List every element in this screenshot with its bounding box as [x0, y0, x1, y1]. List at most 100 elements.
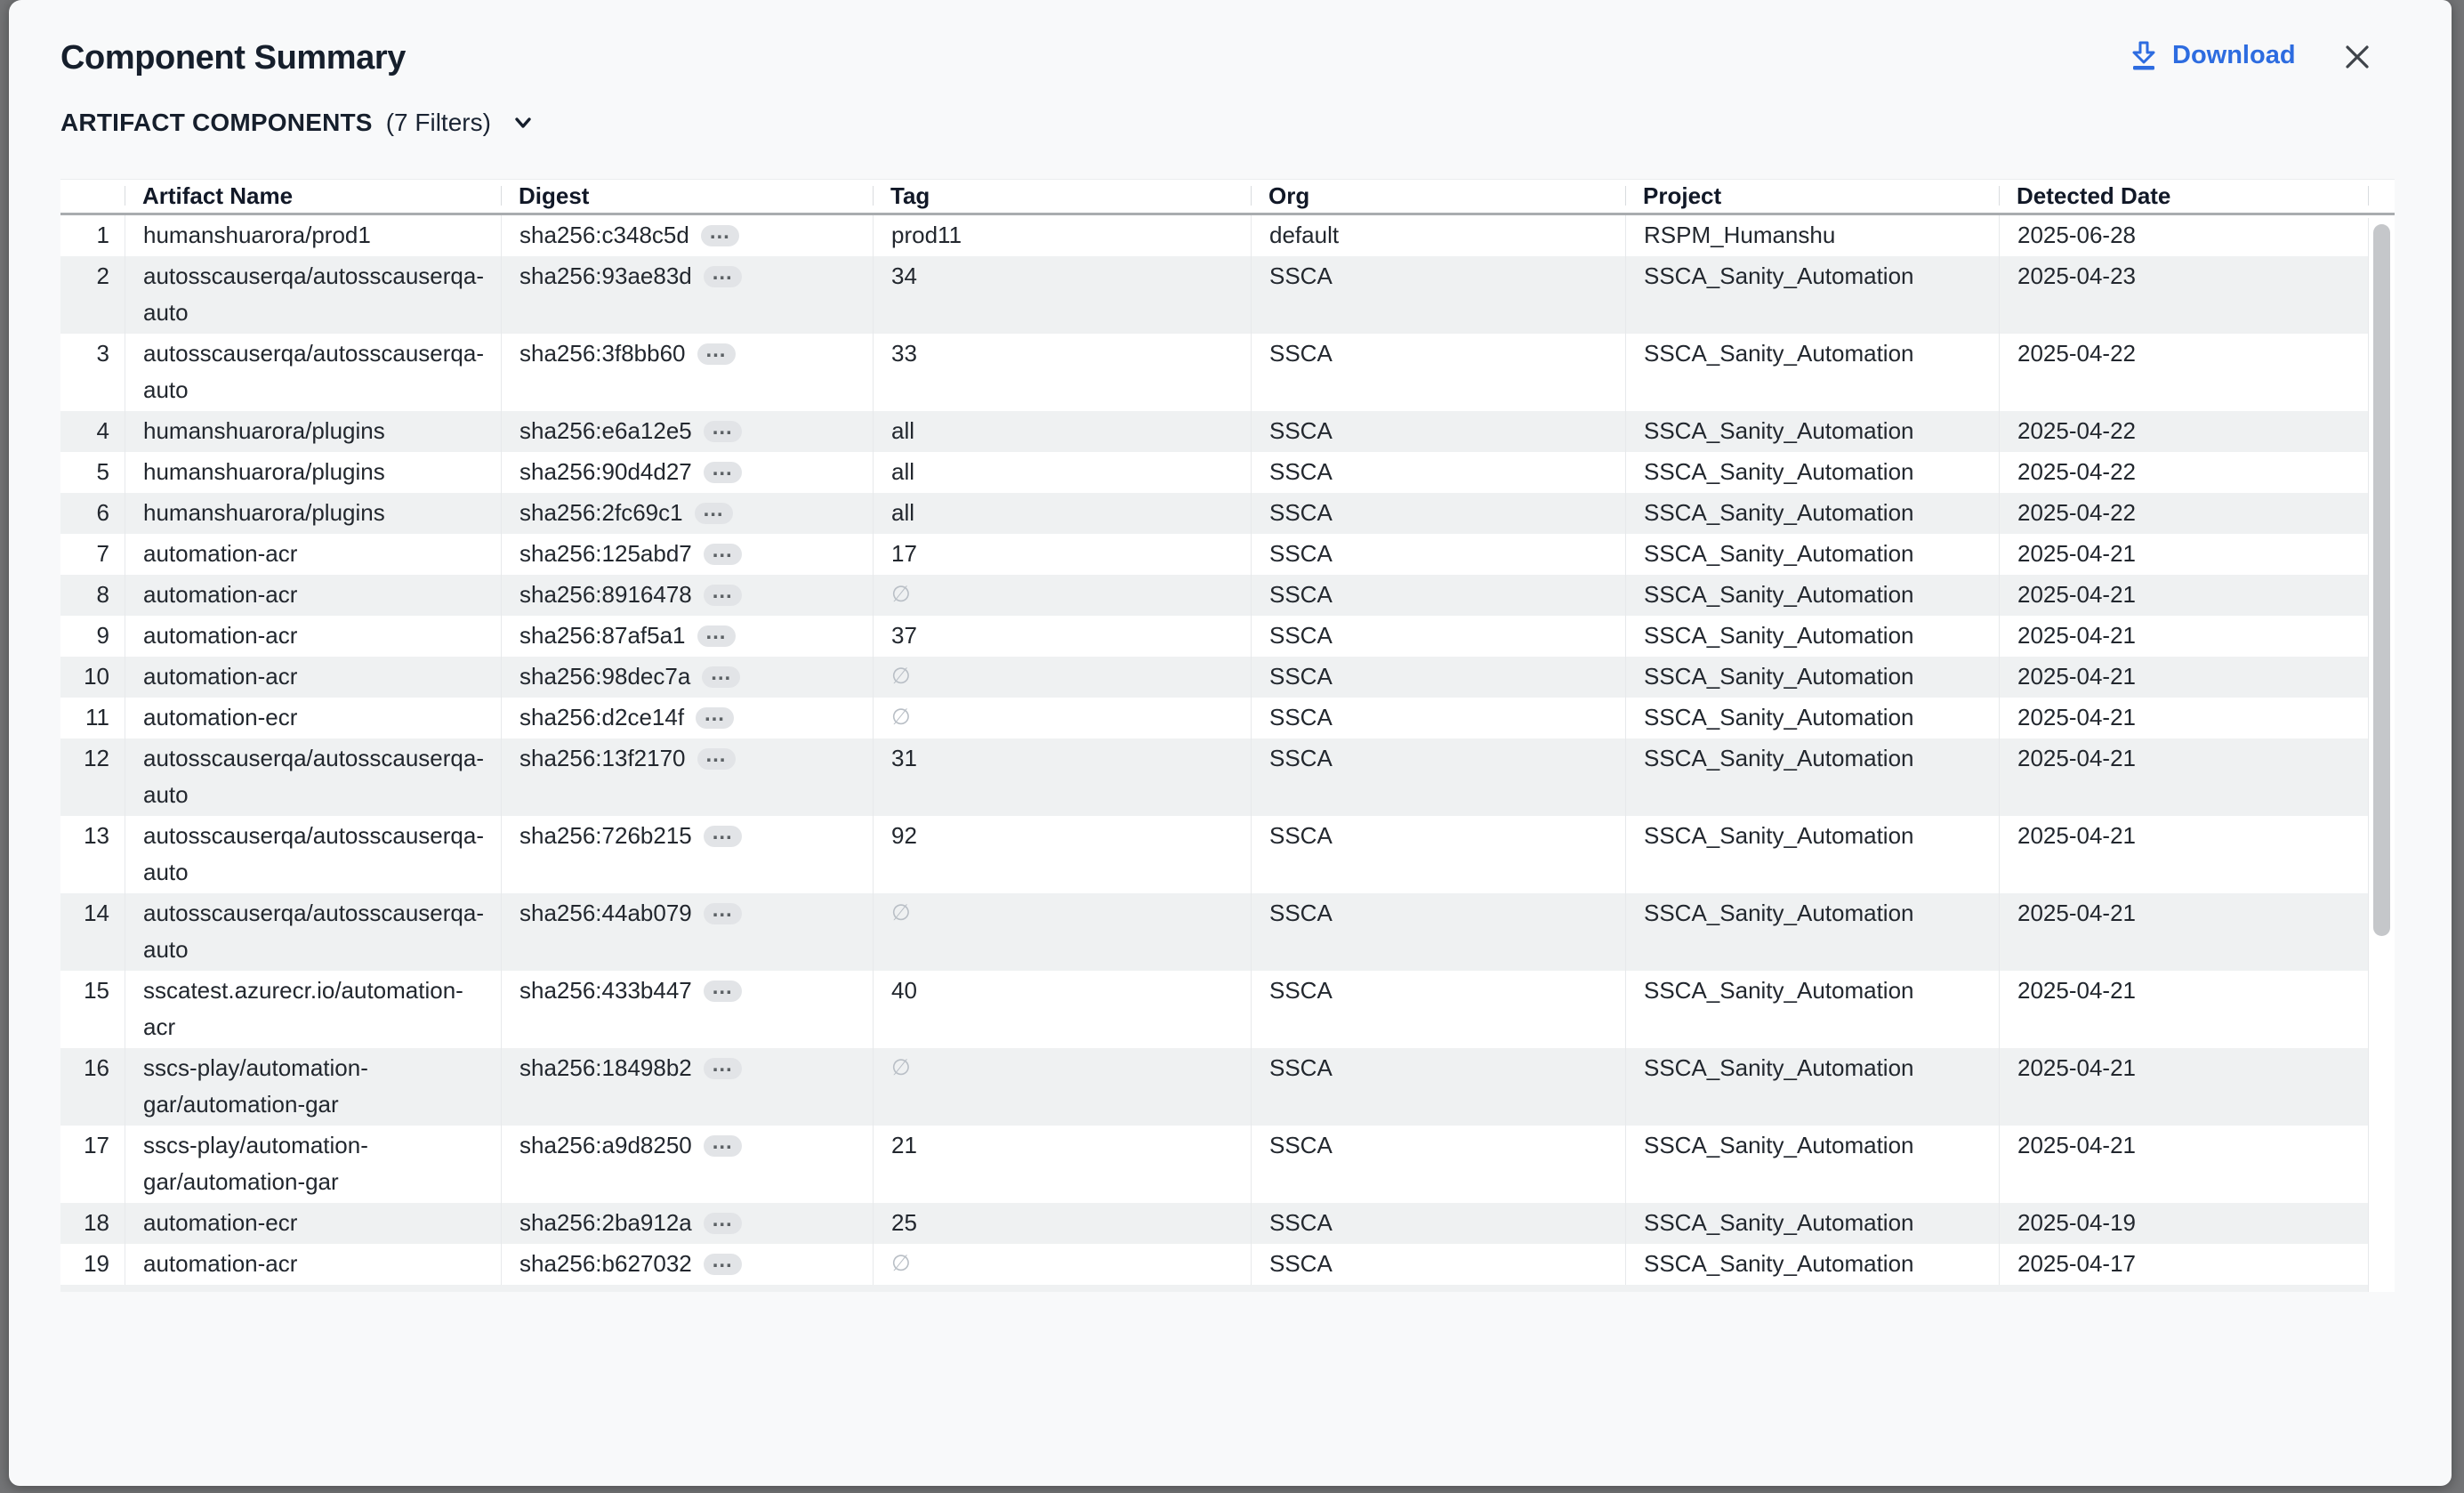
digest-text: sha256:125abd7: [519, 536, 692, 572]
download-button[interactable]: Download: [2130, 39, 2296, 71]
digest-expand-button[interactable]: …: [704, 266, 742, 287]
digest-expand-button[interactable]: …: [704, 1058, 742, 1079]
cell-detected-date: 2025-04-21: [1999, 816, 2368, 893]
cell-row-number: 2: [60, 256, 125, 334]
cell-project: SSCA_Sanity_Automation: [1625, 1126, 1999, 1203]
scrollbar-thumb[interactable]: [2373, 224, 2390, 936]
table-row: 13autosscauserqa/autosscauserqa- autosha…: [60, 816, 2368, 893]
cell-org: SSCA: [1251, 256, 1625, 334]
cell-tag: all: [873, 411, 1251, 452]
digest-expand-button[interactable]: …: [704, 544, 742, 565]
clipped-next-row: [60, 1285, 2368, 1292]
digest-expand-button[interactable]: …: [697, 748, 736, 770]
cell-row-number: 8: [60, 575, 125, 616]
digest-expand-button[interactable]: …: [704, 421, 742, 442]
page-title: Component Summary: [60, 39, 406, 77]
chevron-down-icon: [510, 109, 536, 136]
digest-text: sha256:d2ce14f: [519, 699, 684, 736]
cell-row-number: 6: [60, 493, 125, 534]
digest-expand-button[interactable]: …: [695, 503, 733, 524]
digest-expand-button[interactable]: …: [704, 462, 742, 483]
cell-tag: 34: [873, 256, 1251, 334]
digest-expand-button[interactable]: …: [704, 585, 742, 606]
digest-text: sha256:726b215: [519, 818, 692, 854]
column-header-digest: Digest: [501, 180, 873, 213]
cell-digest: sha256:125abd7 …: [501, 534, 873, 575]
filters-count: (7 Filters): [386, 109, 491, 137]
cell-row-number: 18: [60, 1203, 125, 1244]
cell-digest: sha256:18498b2 …: [501, 1048, 873, 1126]
cell-project: SSCA_Sanity_Automation: [1625, 1048, 1999, 1126]
digest-value: sha256:13f2170…: [519, 740, 736, 777]
cell-project: SSCA_Sanity_Automation: [1625, 534, 1999, 575]
table-row: 16sscs-play/automation- gar/automation-g…: [60, 1048, 2368, 1126]
digest-text: sha256:b627032: [519, 1246, 692, 1282]
table-row: 7automation-acrsha256:125abd7…17SSCASSCA…: [60, 534, 2368, 575]
digest-expand-button[interactable]: …: [704, 826, 742, 847]
digest-text: sha256:44ab079: [519, 895, 692, 932]
component-summary-modal: Component Summary Download ARTIFACT COMP…: [9, 0, 2452, 1486]
digest-expand-button[interactable]: …: [702, 666, 740, 688]
digest-expand-button[interactable]: …: [704, 1135, 742, 1157]
section-title: ARTIFACT COMPONENTS: [60, 109, 373, 137]
digest-text: sha256:87af5a1: [519, 617, 686, 654]
digest-expand-button[interactable]: …: [704, 1254, 742, 1275]
digest-text: sha256:2fc69c1: [519, 495, 683, 531]
table-row: 10automation-acrsha256:98dec7a…∅SSCASSCA…: [60, 657, 2368, 698]
cell-org: SSCA: [1251, 657, 1625, 698]
empty-tag-icon: ∅: [891, 1050, 1235, 1086]
digest-value: sha256:2fc69c1 …: [519, 495, 733, 531]
cell-detected-date: 2025-04-22: [1999, 493, 2368, 534]
cell-tag: 17: [873, 534, 1251, 575]
cell-digest: sha256:2ba912a…: [501, 1203, 873, 1244]
table-row: 2autosscauserqa/autosscauserqa- autosha2…: [60, 256, 2368, 334]
cell-project: SSCA_Sanity_Automation: [1625, 698, 1999, 738]
cell-tag: 25: [873, 1203, 1251, 1244]
cell-artifact-name: sscs-play/automation- gar/automation-gar: [125, 1126, 501, 1203]
table-row: 19automation-acrsha256:b627032…∅SSCASSCA…: [60, 1244, 2368, 1285]
cell-org: SSCA: [1251, 1244, 1625, 1285]
cell-digest: sha256:433b447…: [501, 971, 873, 1048]
cell-detected-date: 2025-04-21: [1999, 893, 2368, 971]
digest-text: sha256:8916478: [519, 577, 692, 613]
close-button[interactable]: [2338, 37, 2377, 77]
cell-digest: sha256:a9d8250…: [501, 1126, 873, 1203]
digest-text: sha256:18498b2: [519, 1050, 692, 1086]
table-scrollbar[interactable]: [2368, 218, 2395, 1292]
download-label: Download: [2172, 41, 2296, 70]
digest-value: sha256:87af5a1 …: [519, 617, 736, 654]
digest-value: sha256:d2ce14f …: [519, 699, 734, 736]
digest-expand-button[interactable]: …: [704, 903, 742, 924]
cell-detected-date: 2025-04-22: [1999, 411, 2368, 452]
artifact-components-section-toggle[interactable]: ARTIFACT COMPONENTS (7 Filters): [60, 109, 536, 137]
table-row: 17sscs-play/automation- gar/automation-g…: [60, 1126, 2368, 1203]
cell-digest: sha256:87af5a1 …: [501, 616, 873, 657]
digest-expand-button[interactable]: …: [701, 225, 739, 246]
digest-expand-button[interactable]: …: [704, 1213, 742, 1234]
digest-text: sha256:e6a12e5: [519, 413, 692, 449]
column-header-tag: Tag: [873, 180, 1251, 213]
digest-expand-button[interactable]: …: [697, 343, 736, 365]
cell-digest: sha256:726b215 …: [501, 816, 873, 893]
digest-expand-button[interactable]: …: [697, 625, 736, 647]
cell-project: SSCA_Sanity_Automation: [1625, 334, 1999, 411]
cell-row-number: 1: [60, 215, 125, 256]
table-row: 8automation-acrsha256:8916478…∅SSCASSCA_…: [60, 575, 2368, 616]
digest-value: sha256:726b215 …: [519, 818, 742, 854]
cell-tag: all: [873, 493, 1251, 534]
empty-tag-icon: ∅: [891, 658, 1235, 695]
cell-project: SSCA_Sanity_Automation: [1625, 1203, 1999, 1244]
cell-detected-date: 2025-04-22: [1999, 452, 2368, 493]
cell-detected-date: 2025-04-21: [1999, 738, 2368, 816]
cell-tag: 40: [873, 971, 1251, 1048]
cell-org: SSCA: [1251, 452, 1625, 493]
cell-project: SSCA_Sanity_Automation: [1625, 738, 1999, 816]
digest-value: sha256:93ae83d…: [519, 258, 742, 295]
empty-tag-icon: ∅: [891, 577, 1235, 613]
cell-row-number: 19: [60, 1244, 125, 1285]
digest-value: sha256:e6a12e5 …: [519, 413, 742, 449]
cell-digest: sha256:b627032 …: [501, 1244, 873, 1285]
digest-expand-button[interactable]: …: [704, 981, 742, 1002]
digest-expand-button[interactable]: …: [696, 707, 734, 729]
cell-row-number: 12: [60, 738, 125, 816]
